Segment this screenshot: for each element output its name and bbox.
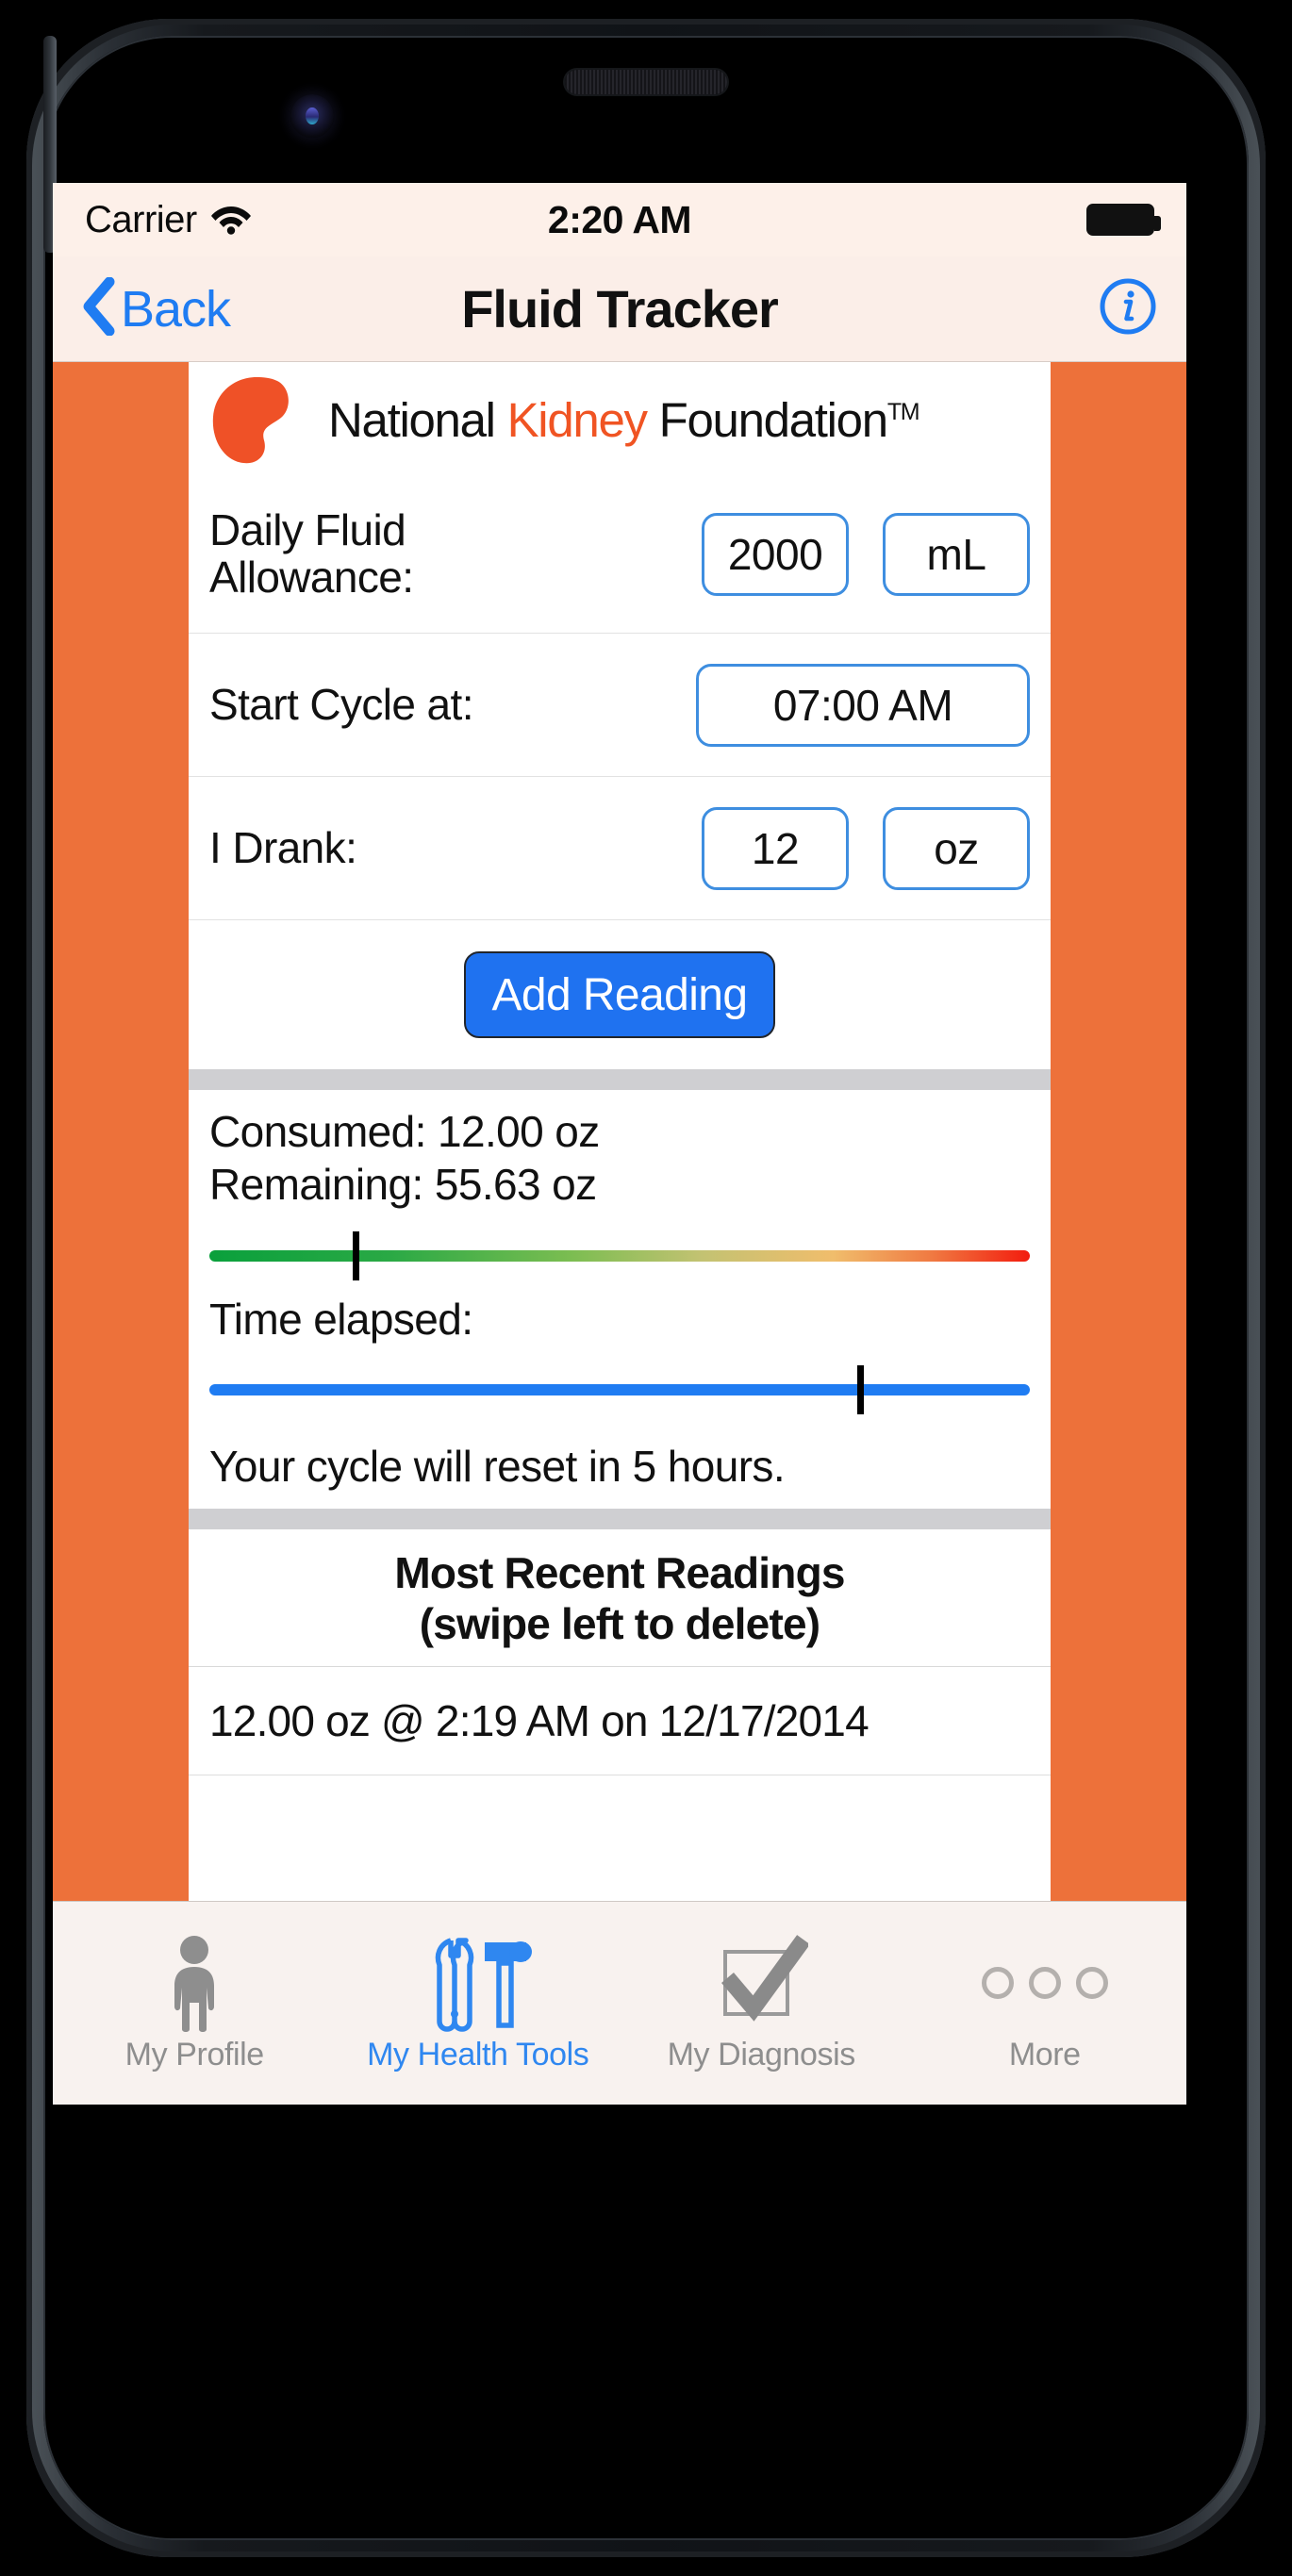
- i-drank-value-input[interactable]: 12: [702, 806, 849, 890]
- daily-allowance-unit-select[interactable]: mL: [883, 512, 1030, 596]
- tab-my-health-tools-label: My Health Tools: [367, 2037, 589, 2072]
- content-area: National Kidney FoundationTM Daily Fluid…: [53, 362, 1186, 1901]
- table-row[interactable]: 12.00 oz @ 2:19 AM on 12/17/2014: [189, 1667, 1051, 1775]
- readings-heading: Most Recent Readings: [394, 1548, 845, 1598]
- time-elapsed-label: Time elapsed:: [209, 1295, 473, 1345]
- brand-word-foundation: Foundation: [646, 392, 889, 447]
- more-dots-icon: [981, 1933, 1108, 2033]
- nkf-wordmark: National Kidney FoundationTM: [328, 392, 920, 448]
- consumed-progress-track: [209, 1250, 1030, 1263]
- tools-icon: [422, 1933, 534, 2033]
- time-elapsed-marker: [857, 1365, 865, 1415]
- camera-lens-icon: [306, 107, 319, 124]
- trademark-symbol: TM: [886, 398, 920, 425]
- tab-more-label: More: [1008, 2037, 1081, 2072]
- tab-more[interactable]: More: [903, 1902, 1187, 2105]
- brand-word-kidney: Kidney: [506, 392, 648, 447]
- front-camera-icon: [290, 94, 334, 138]
- checkbox-check-icon: [714, 1933, 809, 2033]
- page-title: Fluid Tracker: [461, 279, 779, 339]
- more-dot-1: [981, 1967, 1014, 1999]
- phone-screen: Carrier 2:20 AM Back Fluid Tracker Natio…: [53, 183, 1186, 2105]
- remaining-amount: Remaining: 55.63 oz: [209, 1160, 597, 1210]
- section-divider-1: [189, 1069, 1051, 1090]
- add-reading-row: Add Reading: [189, 920, 1051, 1069]
- add-reading-button[interactable]: Add Reading: [464, 951, 775, 1038]
- daily-allowance-fields: 2000 mL: [702, 512, 1030, 596]
- daily-allowance-label-line2: Allowance:: [209, 552, 414, 602]
- battery-full-icon: [1086, 204, 1161, 236]
- consumed-progress-bar: [209, 1226, 1030, 1284]
- time-elapsed-progress-bar: [209, 1360, 1030, 1418]
- cycle-reset-note: Your cycle will reset in 5 hours.: [209, 1442, 786, 1492]
- earpiece-speaker-icon: [565, 70, 727, 94]
- info-circle-icon: [1098, 278, 1158, 340]
- start-cycle-label: Start Cycle at:: [209, 679, 473, 729]
- tab-my-diagnosis-label: My Diagnosis: [667, 2037, 856, 2072]
- status-bar: Carrier 2:20 AM: [53, 183, 1186, 256]
- tab-my-health-tools[interactable]: My Health Tools: [337, 1902, 621, 2105]
- row-i-drank: I Drank: 12 oz: [189, 777, 1051, 920]
- daily-allowance-value-input[interactable]: 2000: [702, 512, 849, 596]
- row-start-cycle: Start Cycle at: 07:00 AM: [189, 634, 1051, 777]
- daily-allowance-label-line1: Daily Fluid: [209, 504, 406, 554]
- info-button[interactable]: [1098, 276, 1158, 341]
- readings-header: Most Recent Readings (swipe left to dele…: [189, 1529, 1051, 1667]
- i-drank-label: I Drank:: [209, 822, 357, 872]
- i-drank-fields: 12 oz: [702, 806, 1030, 890]
- consumed-amount: Consumed: 12.00 oz: [209, 1107, 600, 1156]
- tab-bar: My Profile My Health Tools My Diagnosis …: [53, 1901, 1186, 2105]
- start-cycle-time-input[interactable]: 07:00 AM: [696, 663, 1030, 747]
- carrier-label: Carrier: [85, 198, 197, 240]
- nkf-branding: National Kidney FoundationTM: [189, 362, 1051, 475]
- consumed-progress-marker: [353, 1231, 360, 1281]
- readings-subheading: (swipe left to delete): [419, 1598, 820, 1648]
- chevron-left-icon: [81, 276, 115, 340]
- tab-my-profile-label: My Profile: [124, 2037, 265, 2072]
- navigation-bar: Back Fluid Tracker: [53, 256, 1186, 362]
- tab-my-profile[interactable]: My Profile: [53, 1902, 337, 2105]
- i-drank-unit-select[interactable]: oz: [883, 806, 1030, 890]
- time-elapsed-track: [209, 1384, 1030, 1396]
- more-dot-2: [1028, 1967, 1061, 1999]
- brand-word-national: National: [328, 392, 507, 447]
- row-daily-fluid-allowance: Daily Fluid Allowance: 2000 mL: [189, 475, 1051, 634]
- wifi-icon: [210, 201, 252, 239]
- tab-my-diagnosis[interactable]: My Diagnosis: [620, 1902, 903, 2105]
- status-time: 2:20 AM: [547, 197, 692, 241]
- kidney-logo-icon: [206, 374, 311, 465]
- back-button[interactable]: Back: [81, 276, 231, 340]
- person-icon: [159, 1933, 229, 2033]
- start-cycle-fields: 07:00 AM: [696, 663, 1030, 747]
- back-button-label: Back: [121, 280, 231, 338]
- app-card: National Kidney FoundationTM Daily Fluid…: [189, 362, 1051, 1901]
- more-dot-3: [1075, 1967, 1108, 1999]
- daily-allowance-label: Daily Fluid Allowance:: [209, 504, 414, 602]
- status-right-cluster: [1086, 204, 1161, 236]
- section-divider-2: [189, 1509, 1051, 1530]
- stats-section: Consumed: 12.00 oz Remaining: 55.63 oz T…: [189, 1090, 1051, 1433]
